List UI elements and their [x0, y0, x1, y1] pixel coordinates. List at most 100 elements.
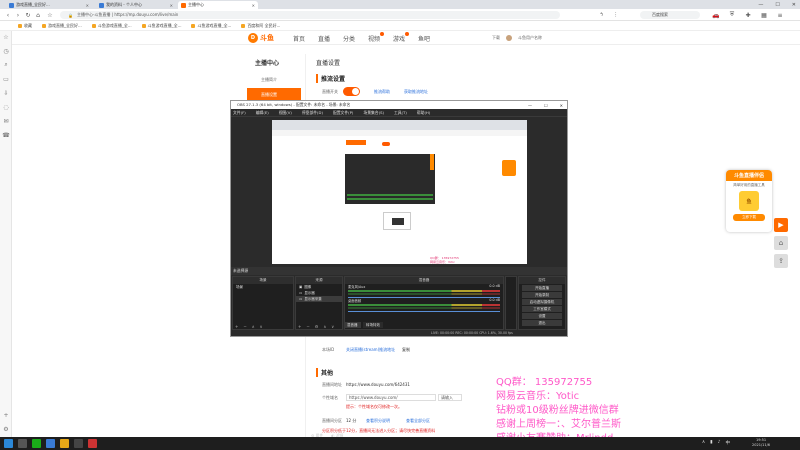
wechat-icon[interactable] [32, 439, 41, 448]
obs-menu-item[interactable]: 停靠部件(D) [302, 110, 323, 116]
close-icon[interactable]: ✕ [252, 3, 255, 8]
settings-icon[interactable]: ⚙ [2, 425, 10, 433]
up-icon[interactable]: ∧ [323, 324, 326, 329]
ime-icon[interactable]: 中 [726, 440, 731, 446]
network-icon[interactable]: ▮ [710, 440, 712, 446]
down-icon[interactable]: ∨ [260, 324, 263, 329]
start-streaming-button[interactable]: 开始直播 [522, 285, 562, 291]
grid-icon[interactable]: ▦ [760, 11, 768, 19]
clock-icon[interactable]: ◷ [2, 47, 10, 55]
nav-category[interactable]: 分类 [343, 34, 355, 43]
bookmark[interactable]: 斗鱼游戏直播_全... [91, 23, 132, 29]
obs-preview[interactable]: QQ群： 135972755 网易云音乐：Yotic [272, 120, 527, 264]
custom-domain-input[interactable]: https://www.douyu.com/ [346, 394, 436, 401]
star-icon[interactable]: ☆ [46, 11, 54, 19]
puzzle-icon[interactable]: ✚ [744, 11, 752, 19]
chevron-up-icon[interactable]: ∧ [702, 440, 705, 446]
minimize-button[interactable]: — [758, 2, 763, 8]
browser-icon[interactable] [46, 439, 55, 448]
virtual-camera-button[interactable]: 启动虚拟摄像机 [522, 299, 562, 305]
add-icon[interactable]: + [2, 411, 10, 419]
close-icon[interactable]: ✕ [170, 3, 173, 8]
add-icon[interactable]: + [235, 324, 238, 329]
url-input[interactable]: 🔒 主播中心-斗鱼直播 | https://mp.douyu.com/live/… [60, 11, 560, 19]
bookmark[interactable]: 斗鱼游戏直播_全... [191, 23, 231, 29]
browser-tab-active[interactable]: 主播中心 ✕ [178, 1, 258, 9]
obs-icon[interactable] [74, 439, 83, 448]
search-icon[interactable]: ⌕ [2, 61, 10, 69]
search-input[interactable]: 百度搜索 [640, 11, 700, 19]
float-home-icon[interactable]: ⌂ [774, 236, 788, 250]
side-item-profile[interactable]: 主播简介 [247, 73, 301, 86]
bookmark[interactable]: 收藏 [18, 23, 32, 29]
app-icon[interactable] [88, 439, 97, 448]
bolt-icon[interactable]: ϟ [600, 12, 603, 18]
nav-game[interactable]: 游戏 [393, 32, 410, 43]
volume-slider[interactable] [348, 311, 500, 312]
browser-tab[interactable]: 我的资料 - 个人中心 ✕ [96, 1, 176, 9]
volume-icon[interactable]: ♪ [718, 440, 721, 446]
tab-mixer[interactable]: 混音器 [344, 322, 361, 328]
note-icon[interactable]: ▭ [2, 75, 10, 83]
obs-menu-item[interactable]: 视图(V) [279, 110, 292, 116]
mail-icon[interactable]: ✉ [2, 117, 10, 125]
site-logo[interactable]: D 斗鱼 [248, 32, 284, 44]
maximize-button[interactable]: ☐ [775, 2, 779, 8]
nav-video[interactable]: 视频 [368, 32, 385, 43]
username[interactable]: 斗鱼用户名称 [518, 35, 542, 41]
obs-menu-item[interactable]: 文件(F) [233, 110, 246, 116]
windows-start-icon[interactable] [4, 439, 13, 448]
promo-card[interactable]: 斗鱼直播伴侣 简单好用的直播工具 鱼 立即下载 [726, 170, 772, 232]
close-window-button[interactable]: ✕ [792, 2, 796, 8]
obs-menu-item[interactable]: 配置文件(P) [333, 110, 353, 116]
score-help-link[interactable]: 查看积分说明 [366, 418, 390, 424]
tab-transitions[interactable]: 转场特效 [363, 322, 383, 328]
shield-icon[interactable]: ⛨ [728, 11, 736, 19]
hamburger-icon[interactable]: ≡ [776, 11, 784, 19]
menu-icon[interactable]: ⋮ [613, 12, 618, 18]
obs-maximize-button[interactable]: ☐ [544, 103, 548, 108]
car-icon[interactable]: 🚗 [712, 11, 720, 19]
obs-menu-item[interactable]: 场景集合(S) [363, 110, 384, 116]
back-icon[interactable]: ‹ [4, 11, 12, 19]
float-share-icon[interactable]: ⇪ [774, 254, 788, 268]
browser-tab[interactable]: 游戏直播_全民好... ✕ [6, 1, 92, 9]
studio-mode-button[interactable]: 工作室模式 [522, 306, 562, 312]
folder-icon[interactable] [60, 439, 69, 448]
get-stream-url-link[interactable]: 获取推流地址 [404, 89, 428, 95]
bookmark[interactable]: 游戏直播_全民好... [42, 23, 82, 29]
all-areas-link[interactable]: 查看全部分区 [406, 418, 430, 424]
nav-live[interactable]: 直播 [318, 34, 330, 43]
add-icon[interactable]: + [298, 324, 301, 329]
star-icon[interactable]: ☆ [2, 33, 10, 41]
taskbar-clock[interactable]: 19:51 2021/11/6 [752, 438, 770, 448]
live-toggle-switch[interactable] [343, 87, 360, 96]
close-icon[interactable]: ✕ [86, 3, 89, 8]
download-icon[interactable]: ⇩ [2, 89, 10, 97]
nav-home[interactable]: 首页 [293, 34, 305, 43]
download-link[interactable]: 下载 [492, 35, 500, 41]
scene-item[interactable]: 场景 [233, 284, 293, 290]
obs-menu-item[interactable]: 帮助(H) [417, 110, 430, 116]
obs-close-button[interactable]: ✕ [560, 103, 563, 108]
settings-button[interactable]: 设置 [522, 313, 562, 319]
up-icon[interactable]: ∧ [252, 324, 255, 329]
phone-icon[interactable]: ☎ [2, 131, 10, 139]
stream-help-link[interactable]: 推流帮助 [374, 89, 390, 95]
exit-button[interactable]: 退出 [522, 320, 562, 326]
reload-icon[interactable]: ↻ [24, 11, 32, 19]
float-play-icon[interactable]: ▶ [774, 218, 788, 232]
nav-yuba[interactable]: 鱼吧 [418, 34, 430, 43]
avatar[interactable] [506, 35, 512, 41]
forward-icon[interactable]: › [14, 11, 22, 19]
search-icon[interactable] [18, 439, 27, 448]
home-icon[interactable]: ⌂ [34, 11, 42, 19]
remove-icon[interactable]: − [306, 324, 309, 329]
promo-download-button[interactable]: 立即下载 [733, 214, 765, 221]
bookmark[interactable]: 百度和阿 全民好... [241, 23, 280, 29]
obs-menu-item[interactable]: 工具(T) [394, 110, 407, 116]
down-icon[interactable]: ∨ [331, 324, 334, 329]
bookmark[interactable]: 斗鱼游戏直播_全... [141, 23, 181, 29]
obs-menu-item[interactable]: 编辑(E) [256, 110, 269, 116]
remove-icon[interactable]: − [243, 324, 246, 329]
